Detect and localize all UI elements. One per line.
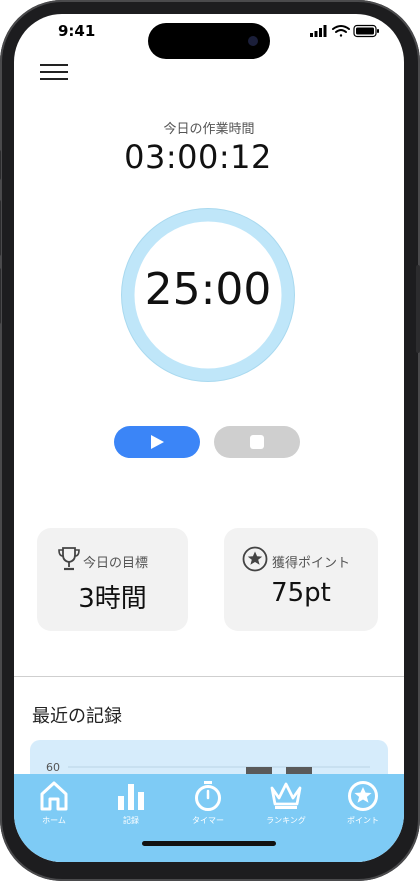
tab-home[interactable]: ホーム xyxy=(19,780,89,832)
goal-card: 今日の目標 3時間 xyxy=(37,528,188,631)
play-icon xyxy=(151,435,164,449)
dynamic-island xyxy=(148,23,270,59)
work-time-label: 今日の作業時間 xyxy=(163,122,255,137)
work-time-value: 03:00:12 xyxy=(124,138,272,176)
trophy-icon xyxy=(58,547,80,571)
wifi-icon xyxy=(332,25,350,37)
power-button xyxy=(416,265,420,353)
status-time: 9:41 xyxy=(58,22,96,40)
star-circle-icon xyxy=(242,546,268,572)
tab-home-label: ホーム xyxy=(42,816,66,825)
tab-bar: ホーム 記録 タイマー ランキング ポイント xyxy=(14,774,404,862)
tab-records-label: 記録 xyxy=(123,816,139,825)
points-label: 獲得ポイント xyxy=(272,556,351,571)
star-circle-icon xyxy=(348,781,378,811)
screen: 9:41 今日の作業時間 03:00:12 25:00 今日の目標 3時間 獲得… xyxy=(14,14,404,862)
home-icon xyxy=(40,781,68,811)
goal-label: 今日の目標 xyxy=(83,556,149,571)
tab-ranking[interactable]: ランキング xyxy=(251,780,321,832)
battery-icon xyxy=(353,24,379,38)
status-icons xyxy=(310,24,379,38)
chart-tick-label: 60 xyxy=(46,761,60,774)
volume-down-button xyxy=(0,268,1,324)
home-indicator xyxy=(142,841,276,846)
points-value: 75pt xyxy=(271,578,331,608)
status-bar: 9:41 xyxy=(14,14,404,59)
tab-timer[interactable]: タイマー xyxy=(173,780,243,832)
stopwatch-icon xyxy=(195,781,221,811)
stop-icon xyxy=(250,435,264,449)
tab-timer-label: タイマー xyxy=(192,816,224,825)
silent-switch xyxy=(0,150,1,180)
stop-button[interactable] xyxy=(214,426,300,458)
goal-value: 3時間 xyxy=(78,584,147,614)
play-button[interactable] xyxy=(114,426,200,458)
tab-ranking-label: ランキング xyxy=(266,816,306,825)
tab-records[interactable]: 記録 xyxy=(96,780,166,832)
volume-up-button xyxy=(0,200,1,256)
points-card: 獲得ポイント 75pt xyxy=(224,528,378,631)
tab-points-label: ポイント xyxy=(347,816,379,825)
bar-chart-icon xyxy=(118,784,144,810)
camera-icon xyxy=(248,36,258,46)
signal-icon xyxy=(310,25,327,37)
crown-icon xyxy=(270,782,302,809)
recent-records-title: 最近の記録 xyxy=(32,706,122,727)
tab-points[interactable]: ポイント xyxy=(328,780,398,832)
section-divider xyxy=(14,676,404,677)
menu-icon[interactable] xyxy=(40,61,68,83)
phone-frame: 9:41 今日の作業時間 03:00:12 25:00 今日の目標 3時間 獲得… xyxy=(0,0,420,881)
timer-countdown: 25:00 xyxy=(144,264,272,315)
